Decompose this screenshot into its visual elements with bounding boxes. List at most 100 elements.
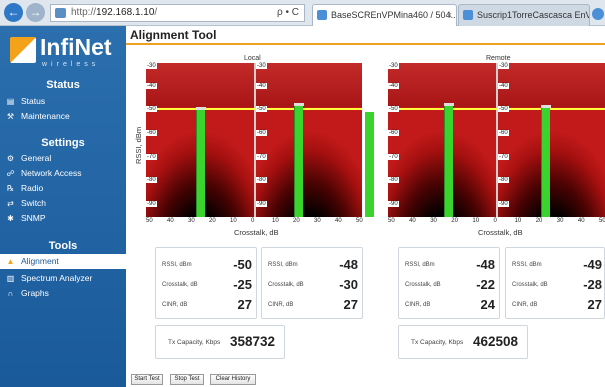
signal-bar-cap	[196, 107, 206, 111]
crosstalk-label: Crosstalk, dB	[405, 282, 441, 288]
sidebar-item-label: SNMP	[21, 213, 46, 223]
close-tab-icon[interactable]: ×	[447, 5, 452, 25]
title-rule	[126, 43, 605, 45]
forward-arrow-icon[interactable]: →	[26, 3, 45, 22]
signal-bar	[196, 107, 206, 217]
sidebar-item-general[interactable]: ⚙ General	[0, 151, 126, 166]
stat-box-local-1: RSSI, dBm -50 Crosstalk, dB -25 CINR, dB 27	[155, 247, 257, 319]
section-title-status: Status	[46, 79, 80, 91]
x-tick-label: 40	[409, 218, 416, 224]
browser-tab-active[interactable]: BaseSCREnVPMina460 / 504... ×	[312, 4, 457, 26]
network-access-icon: ☍	[6, 169, 15, 178]
radio-icon: ℞	[6, 184, 15, 193]
address-bar[interactable]: http://192.168.1.10/ ρ • C	[50, 4, 305, 22]
sidebar-item-status[interactable]: ▤ Status	[0, 94, 126, 109]
crosstalk-indicator-bar	[365, 112, 374, 217]
crosstalk-value: -22	[476, 277, 495, 292]
tx-capacity-value: 462508	[473, 334, 519, 349]
logo-subtitle: wireless	[42, 61, 100, 68]
y-tick-label: -90	[146, 201, 157, 208]
y-tick-label: -40	[388, 82, 399, 89]
sidebar-item-spectrum-analyzer[interactable]: ▥ Spectrum Analyzer	[0, 271, 126, 286]
sidebar-item-maintenance[interactable]: ⚒ Maintenance	[0, 109, 126, 124]
x-tick-label: 20	[209, 218, 216, 224]
start-test-button[interactable]: Start Test	[131, 374, 163, 385]
tab-favicon-icon	[463, 10, 473, 20]
sidebar-item-radio[interactable]: ℞ Radio	[0, 181, 126, 196]
new-tab-icon[interactable]	[592, 8, 604, 20]
y-tick-label: -80	[388, 177, 399, 184]
y-tick-label: -70	[388, 153, 399, 160]
address-tools[interactable]: ρ • C	[277, 5, 299, 21]
sidebar-item-graphs[interactable]: ∩ Graphs	[0, 286, 126, 301]
cinr-label: CINR, dB	[268, 302, 294, 308]
crosstalk-value: -28	[583, 277, 602, 292]
sidebar-item-label: Status	[21, 96, 46, 106]
x-tick-label: 10	[514, 218, 522, 224]
y-tick-label: -60	[388, 130, 399, 137]
back-arrow-icon[interactable]: ←	[4, 3, 23, 22]
alignment-icon: ▲	[6, 257, 15, 266]
tab-label: BaseSCREnVPMina460 / 504...	[331, 10, 457, 20]
signal-bar-cap	[541, 105, 552, 108]
sidebar-item-network-access[interactable]: ☍ Network Access	[0, 166, 126, 181]
y-tick-label: -80	[256, 177, 267, 184]
remote-heatmap-right	[498, 63, 605, 217]
y-tick-label: -30	[388, 63, 399, 69]
crosstalk-label: Crosstalk, dB	[268, 282, 304, 288]
y-tick-label: -30	[256, 63, 267, 69]
cinr-label: CINR, dB	[405, 302, 431, 308]
logo-mark-icon	[10, 37, 36, 63]
cinr-value: 27	[237, 297, 252, 312]
crosstalk-label: Crosstalk, dB	[512, 282, 548, 288]
section-title-settings: Settings	[41, 137, 85, 149]
x-tick-label: 40	[335, 218, 342, 224]
tx-capacity-remote: Tx Capacity, Kbps 462508	[398, 325, 528, 359]
threshold-line	[146, 108, 362, 110]
x-tick-label: 10	[472, 218, 480, 224]
cinr-value: 24	[480, 297, 495, 312]
sidebar: InfiNet wireless Status ▤ Status ⚒ Maint…	[0, 26, 126, 387]
general-icon: ⚙	[6, 154, 15, 163]
x-tick-label: 30	[430, 218, 437, 224]
cinr-label: CINR, dB	[512, 302, 538, 308]
tab-label: Suscrip1TorreCascasca EnVP...	[477, 10, 590, 20]
signal-bar-cap	[444, 102, 455, 106]
x-tick-label: 20	[293, 218, 300, 224]
section-title-tools: Tools	[48, 240, 78, 252]
sidebar-item-label: Maintenance	[21, 111, 70, 121]
browser-tab[interactable]: Suscrip1TorreCascasca EnVP...	[458, 4, 590, 26]
y-tick-label: -30	[498, 63, 509, 69]
stat-box-local-2: RSSI, dBm -48 Crosstalk, dB -30 CINR, dB 27	[261, 247, 363, 319]
y-tick-label: -30	[146, 63, 157, 69]
x-axis-label-remote: Crosstalk, dB	[478, 228, 523, 237]
remote-heatmap-left	[388, 63, 496, 217]
tx-capacity-label: Tx Capacity, Kbps	[411, 339, 464, 346]
x-tick-label: 30	[188, 218, 195, 224]
browser-toolbar: ← → http://192.168.1.10/ ρ • C BaseSCREn…	[0, 0, 605, 26]
x-tick-label: 20	[535, 218, 543, 224]
y-axis-label: RSSI, dBm	[134, 126, 143, 164]
x-tick-label: 40	[167, 218, 174, 224]
y-tick-label: -70	[146, 153, 157, 160]
sidebar-item-switch[interactable]: ⇄ Switch	[0, 196, 126, 211]
y-tick-label: -60	[256, 130, 267, 137]
graphs-icon: ∩	[7, 289, 14, 298]
clear-history-button[interactable]: Clear History	[210, 374, 256, 385]
rssi-value: -48	[339, 257, 358, 272]
url-prefix: http://	[71, 7, 97, 18]
y-tick-label: -90	[256, 201, 267, 208]
stop-test-button[interactable]: Stop Test	[170, 374, 204, 385]
rssi-value: -50	[233, 257, 252, 272]
page-title: Alignment Tool	[130, 28, 217, 42]
sidebar-item-label: Graphs	[21, 288, 49, 298]
cinr-label: CINR, dB	[162, 302, 188, 308]
url-suffix: /	[154, 7, 158, 18]
page-icon	[55, 8, 66, 18]
status-icon: ▤	[6, 97, 15, 106]
rssi-value: -49	[583, 257, 602, 272]
sidebar-item-snmp[interactable]: ✱ SNMP	[0, 211, 126, 226]
tx-capacity-local: Tx Capacity, Kbps 358732	[155, 325, 285, 359]
sidebar-item-alignment[interactable]: ▲ Alignment	[0, 254, 126, 269]
y-tick-label: -50	[388, 106, 399, 113]
